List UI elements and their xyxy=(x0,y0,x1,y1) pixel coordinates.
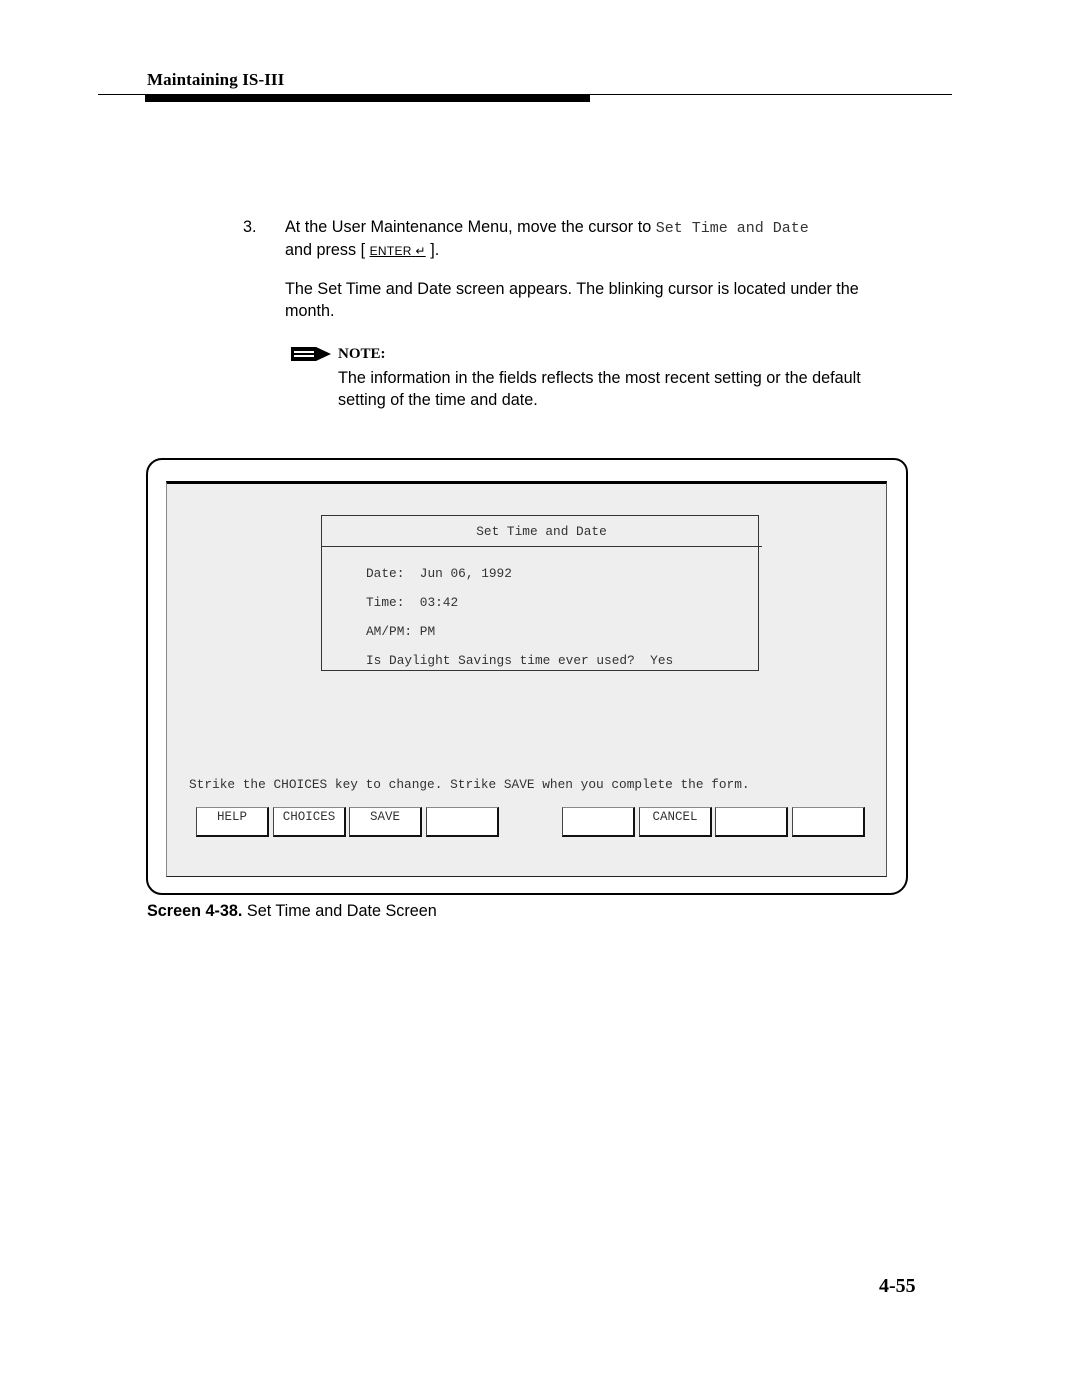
date-label: Date: xyxy=(366,566,405,581)
running-head: Maintaining IS-III xyxy=(147,70,285,89)
caption-text: Set Time and Date Screen xyxy=(246,902,437,920)
page-number: 4-55 xyxy=(879,1275,916,1297)
description-paragraph: The Set Time and Date screen appears. Th… xyxy=(285,280,859,320)
dst-field[interactable]: Yes xyxy=(650,653,673,668)
function-key-5[interactable] xyxy=(562,807,635,837)
step-text-end: ]. xyxy=(425,240,440,259)
function-key-7[interactable] xyxy=(715,807,788,837)
time-field[interactable]: 03:42 xyxy=(420,595,458,610)
time-label: Time: xyxy=(366,595,405,610)
pointing-arrow-icon xyxy=(291,347,331,361)
instruction-line: Strike the CHOICES key to change. Strike… xyxy=(189,777,750,792)
choices-key[interactable]: CHOICES xyxy=(273,807,346,837)
step-number: 3. xyxy=(243,218,257,236)
date-field-row: Date: Jun 06, 1992 xyxy=(366,566,512,581)
dst-field-row: Is Daylight Savings time ever used? Yes xyxy=(366,653,673,668)
date-field[interactable]: Jun 06, 1992 xyxy=(420,566,512,581)
save-key[interactable]: SAVE xyxy=(349,807,422,837)
step-text-press: and press [ xyxy=(285,240,370,259)
function-key-8[interactable] xyxy=(792,807,865,837)
help-key[interactable]: HELP xyxy=(196,807,269,837)
figure-caption: Screen 4-38. Set Time and Date Screen xyxy=(147,902,437,921)
menu-item-code: Set Time and Date xyxy=(655,220,809,237)
note-text: The information in the fields reflects t… xyxy=(338,369,861,409)
caption-label: Screen 4-38. xyxy=(147,902,243,920)
form-title: Set Time and Date xyxy=(476,524,607,539)
step-text-lead: At the User Maintenance Menu, move the c… xyxy=(285,218,656,236)
note-label: NOTE: xyxy=(338,346,386,362)
dst-label: Is Daylight Savings time ever used? xyxy=(366,653,635,668)
time-field-row: Time: 03:42 xyxy=(366,595,458,610)
ampm-field-row: AM/PM: PM xyxy=(366,624,435,639)
ampm-field[interactable]: PM xyxy=(420,624,435,639)
cancel-key[interactable]: CANCEL xyxy=(639,807,712,837)
step-text: At the User Maintenance Menu, move the c… xyxy=(285,217,905,262)
function-key-4[interactable] xyxy=(426,807,499,837)
form-title-separator xyxy=(321,546,762,547)
ampm-label: AM/PM: xyxy=(366,624,413,639)
enter-key-label: ENTER xyxy=(369,243,412,258)
header-rule-bar xyxy=(145,94,590,102)
enter-key: ENTER ↵ xyxy=(370,244,426,258)
enter-return-icon: ↵ xyxy=(415,243,426,258)
